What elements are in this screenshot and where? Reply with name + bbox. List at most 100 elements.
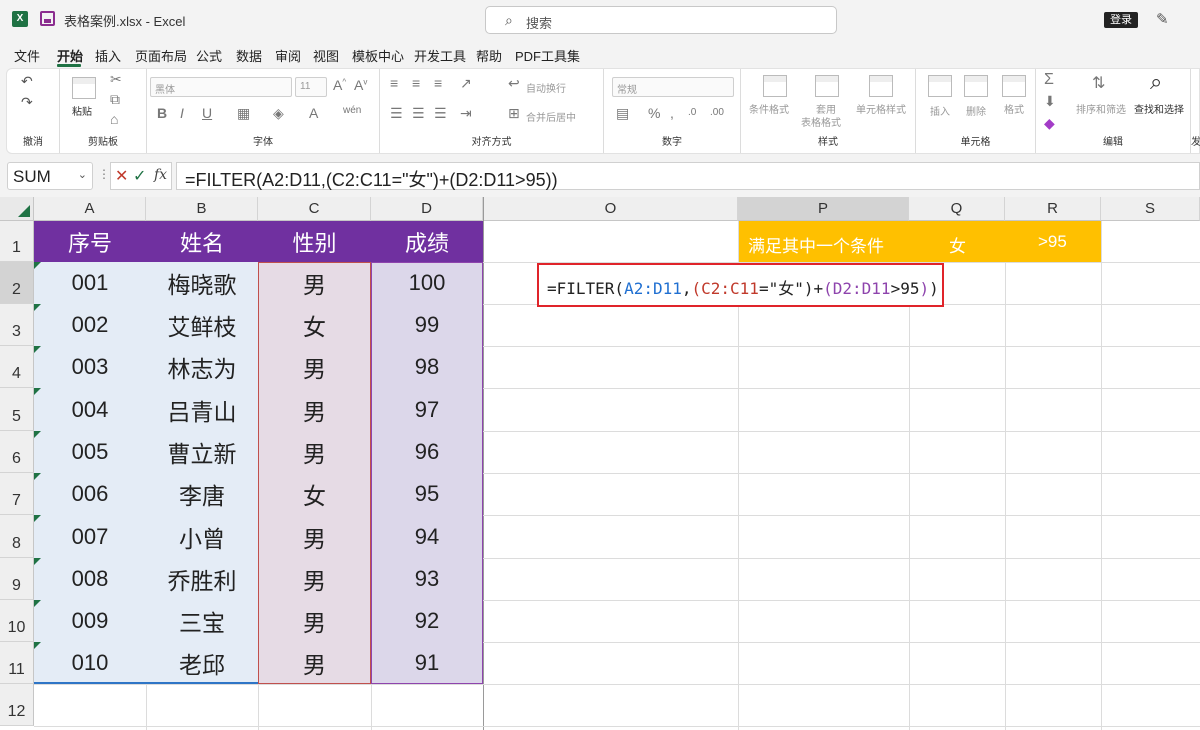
merge-center-label[interactable]: 合并后居中 [526,109,576,124]
cell-id[interactable]: 007 [34,515,146,558]
paste-label[interactable]: 粘贴 [72,103,92,118]
cell-id[interactable]: 001 [34,262,146,304]
cut-icon[interactable]: ✂ [110,71,122,88]
sort-filter-icon[interactable]: ⇅ [1092,73,1105,93]
column-header-p[interactable]: P [738,197,909,221]
find-select-label[interactable]: 查找和选择 [1134,101,1184,116]
cell-score[interactable]: 97 [371,388,483,431]
name-box[interactable]: SUM ⌄ [7,162,93,190]
copy-icon[interactable]: ⧉ [110,91,120,108]
condition-label[interactable]: 满足其中一个条件 [748,232,884,257]
cell-styles-label[interactable]: 单元格样式 [856,101,906,116]
cell-id[interactable]: 005 [34,431,146,473]
pen-icon[interactable]: ✎ [1156,10,1169,28]
format-cells-icon[interactable] [1002,75,1026,97]
decrease-font-icon[interactable]: Av [354,77,367,93]
align-left-icon[interactable]: ☰ [390,105,403,122]
table-header-cell[interactable]: 性别 [258,221,371,262]
table-format-icon[interactable] [815,75,839,97]
condition-score[interactable]: >95 [1038,232,1067,252]
cell-id[interactable]: 003 [34,346,146,388]
tab-home[interactable]: 开始 [57,46,83,65]
insert-function-icon[interactable]: fx [154,167,167,183]
row-header-6[interactable]: 6 [0,431,34,473]
save-icon[interactable] [40,11,55,26]
row-header-7[interactable]: 7 [0,473,34,515]
increase-font-icon[interactable]: A^ [333,77,346,93]
number-format-select[interactable]: 常规 [612,77,734,97]
tab-review[interactable]: 审阅 [275,46,301,65]
tab-formulas[interactable]: 公式 [196,46,222,65]
cell-name[interactable]: 梅晓歌 [146,262,258,304]
cell-name[interactable]: 三宝 [146,600,258,642]
format-cells-label[interactable]: 格式 [1004,101,1024,116]
row-header-10[interactable]: 10 [0,600,34,642]
enter-icon[interactable]: ✓ [133,166,146,186]
format-painter-icon[interactable]: ⌂ [110,111,118,127]
cell-id[interactable]: 009 [34,600,146,642]
cell-gender[interactable]: 男 [258,346,371,388]
tab-help[interactable]: 帮助 [476,46,502,65]
indent-icon[interactable]: ⇥ [460,105,472,122]
insert-cells-icon[interactable] [928,75,952,97]
cell-score[interactable]: 91 [371,642,483,684]
font-color-icon[interactable]: A [309,105,318,121]
tab-file[interactable]: 文件 [14,46,40,65]
font-size-select[interactable]: 11 [295,77,327,97]
clear-icon[interactable]: ◆ [1044,115,1055,132]
cell-score[interactable]: 93 [371,558,483,600]
cell-gender[interactable]: 女 [258,473,371,515]
login-button[interactable]: 登录 [1104,12,1138,28]
italic-icon[interactable]: I [180,105,184,121]
delete-cells-icon[interactable] [964,75,988,97]
accounting-icon[interactable]: ▤ [616,105,629,122]
active-formula-cell[interactable]: =FILTER(A2:D11,(C2:C11="女")+(D2:D11>95)) [537,263,944,307]
delete-cells-label[interactable]: 删除 [966,103,986,118]
cell-name[interactable]: 曹立新 [146,431,258,473]
cell-gender[interactable]: 男 [258,262,371,304]
row-header-9[interactable]: 9 [0,558,34,600]
cell-gender[interactable]: 男 [258,642,371,684]
tab-page-layout[interactable]: 页面布局 [135,46,187,65]
row-header-8[interactable]: 8 [0,515,34,558]
conditional-format-icon[interactable] [763,75,787,97]
wrap-text-icon[interactable]: ↩ [508,75,520,92]
wrap-text-label[interactable]: 自动换行 [526,80,566,95]
column-header-q[interactable]: Q [909,197,1005,221]
tab-developer[interactable]: 开发工具 [414,46,466,65]
tab-templates[interactable]: 模板中心 [352,46,404,65]
cell-score[interactable]: 92 [371,600,483,642]
tab-data[interactable]: 数据 [236,46,262,65]
cell-styles-icon[interactable] [869,75,893,97]
cell-name[interactable]: 老邱 [146,642,258,684]
table-header-cell[interactable]: 序号 [34,221,146,262]
row-header-11[interactable]: 11 [0,642,34,684]
tab-view[interactable]: 视图 [313,46,339,65]
cell-gender[interactable]: 男 [258,388,371,431]
column-header-s[interactable]: S [1101,197,1200,221]
cell-gender[interactable]: 男 [258,558,371,600]
cell-score[interactable]: 98 [371,346,483,388]
align-top-icon[interactable]: ≡ [390,75,398,91]
cell-gender[interactable]: 男 [258,600,371,642]
sort-filter-label[interactable]: 排序和筛选 [1076,101,1126,116]
font-name-select[interactable]: 黑体 [150,77,292,97]
insert-cells-label[interactable]: 插入 [930,103,950,118]
cancel-icon[interactable]: ✕ [115,166,128,186]
tab-pdf-tools[interactable]: PDF工具集 [515,46,580,65]
paste-icon[interactable] [72,77,96,99]
phonetic-icon[interactable]: wén [343,105,361,116]
cell-id[interactable]: 006 [34,473,146,515]
table-header-cell[interactable]: 成绩 [371,221,483,262]
row-header-1[interactable]: 1 [0,221,34,262]
row-header-5[interactable]: 5 [0,388,34,431]
formula-input[interactable]: =FILTER(A2:D11,(C2:C11="女")+(D2:D11>95)) [176,162,1200,190]
column-header-b[interactable]: B [146,197,258,221]
align-right-icon[interactable]: ☰ [434,105,447,122]
row-header-2[interactable]: 2 [0,262,34,304]
find-select-icon[interactable]: ⌕ [1150,69,1162,95]
row-header-4[interactable]: 4 [0,346,34,388]
cell-name[interactable]: 乔胜利 [146,558,258,600]
cell-score[interactable]: 99 [371,304,483,346]
cell-id[interactable]: 002 [34,304,146,346]
